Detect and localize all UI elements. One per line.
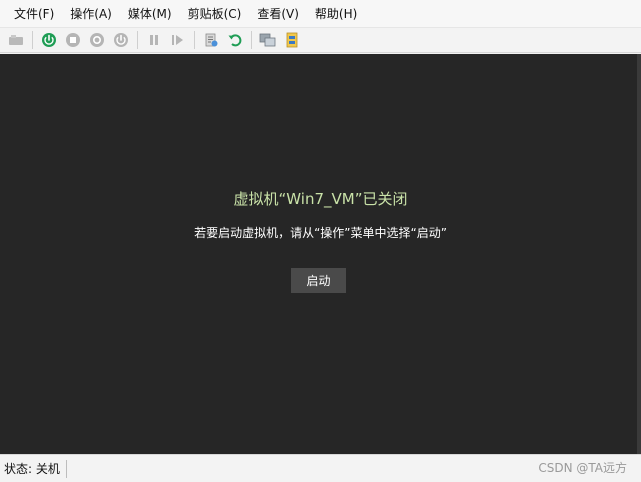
watermark: CSDN @TA远方 [538,461,627,475]
shutdown-icon[interactable] [87,30,107,50]
stop-icon[interactable] [63,30,83,50]
menu-file[interactable]: 文件(F) [6,2,62,25]
vm-display-area[interactable]: 虚拟机“Win7_VM”已关闭 若要启动虚拟机，请从“操作”菜单中选择“启动” … [0,54,641,454]
vm-status-title: 虚拟机“Win7_VM”已关闭 [233,190,408,208]
share-icon[interactable] [282,30,302,50]
status-bar: 状态: 关机 CSDN @TA远方 [0,454,641,482]
vm-connection-window: 文件(F) 操作(A) 媒体(M) 剪贴板(C) 查看(V) 帮助(H) 虚拟机… [0,0,641,482]
power-on-icon[interactable] [39,30,59,50]
toolbar-separator [194,31,195,49]
status-text: 状态: 关机 [0,459,67,478]
pause-icon[interactable] [144,30,164,50]
revert-icon[interactable] [225,30,245,50]
toolbar-separator [137,31,138,49]
menu-help[interactable]: 帮助(H) [307,2,365,25]
menu-bar: 文件(F) 操作(A) 媒体(M) 剪贴板(C) 查看(V) 帮助(H) [0,0,641,28]
power-off-icon[interactable] [111,30,131,50]
menu-media[interactable]: 媒体(M) [120,2,180,25]
enhanced-session-icon[interactable] [258,30,278,50]
vm-status-message: 若要启动虚拟机，请从“操作”菜单中选择“启动” [194,226,447,240]
toolbar-separator [251,31,252,49]
toolbar-separator [32,31,33,49]
vm-settings-icon[interactable] [6,30,26,50]
toolbar [0,28,641,53]
menu-action[interactable]: 操作(A) [62,2,120,25]
resume-icon[interactable] [168,30,188,50]
menu-view[interactable]: 查看(V) [249,2,307,25]
screen-edge [637,54,641,454]
checkpoint-icon[interactable] [201,30,221,50]
menu-clipboard[interactable]: 剪贴板(C) [180,2,250,25]
start-button[interactable]: 启动 [291,268,346,293]
